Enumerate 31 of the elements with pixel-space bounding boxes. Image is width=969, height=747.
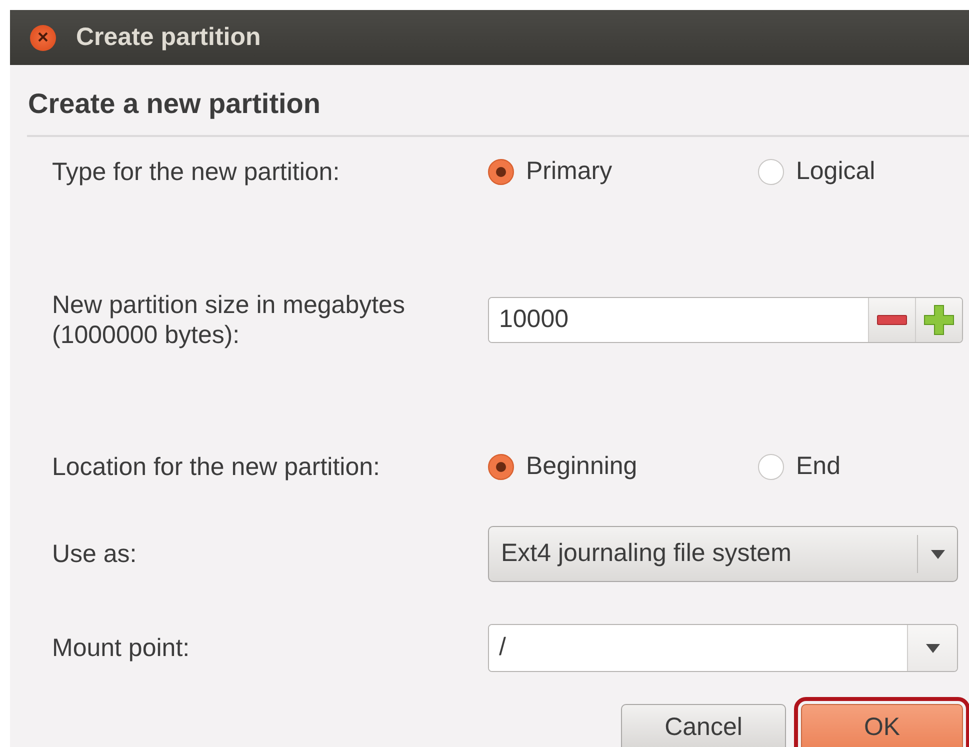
radio-option[interactable]: Logical bbox=[758, 153, 963, 191]
radio-label: Beginning bbox=[526, 451, 638, 482]
field-label: Mount point: bbox=[52, 633, 191, 663]
dropdown-arrow-icon bbox=[926, 644, 940, 652]
field-label: Location for the new partition: bbox=[52, 452, 381, 482]
field-label: Use as: bbox=[52, 539, 138, 569]
radio-label: Primary bbox=[526, 156, 612, 188]
field-label: Type for the new partition: bbox=[52, 157, 341, 187]
close-icon bbox=[37, 31, 49, 44]
dialog-button[interactable]: Cancel bbox=[621, 704, 786, 747]
plus-icon bbox=[924, 305, 954, 335]
radio-option[interactable]: Primary bbox=[488, 153, 758, 191]
dropdown-arrow-icon bbox=[930, 550, 944, 558]
radio-button[interactable] bbox=[488, 159, 514, 185]
radio-button[interactable] bbox=[488, 454, 514, 480]
radio-button[interactable] bbox=[758, 159, 784, 185]
filesystem-dropdown[interactable]: Ext4 journaling file system bbox=[488, 526, 958, 582]
radio-option[interactable]: Beginning bbox=[488, 448, 758, 486]
dialog-heading: Create a new partition bbox=[27, 87, 322, 121]
dropdown-button[interactable] bbox=[907, 625, 957, 671]
decrement-button[interactable] bbox=[868, 298, 915, 342]
window-title: Create partition bbox=[76, 22, 261, 53]
radio-button[interactable] bbox=[758, 454, 784, 480]
radio-option[interactable]: End bbox=[758, 448, 963, 486]
field-label: New partition size in megabytes (1000000 bytes): bbox=[52, 290, 406, 350]
radio-label: End bbox=[796, 451, 840, 482]
minus-icon bbox=[877, 315, 907, 325]
close-button[interactable] bbox=[30, 24, 56, 50]
radio-label: Logical bbox=[796, 156, 876, 188]
increment-button[interactable] bbox=[915, 298, 962, 342]
size-spin-field[interactable]: 10000 bbox=[488, 297, 963, 343]
